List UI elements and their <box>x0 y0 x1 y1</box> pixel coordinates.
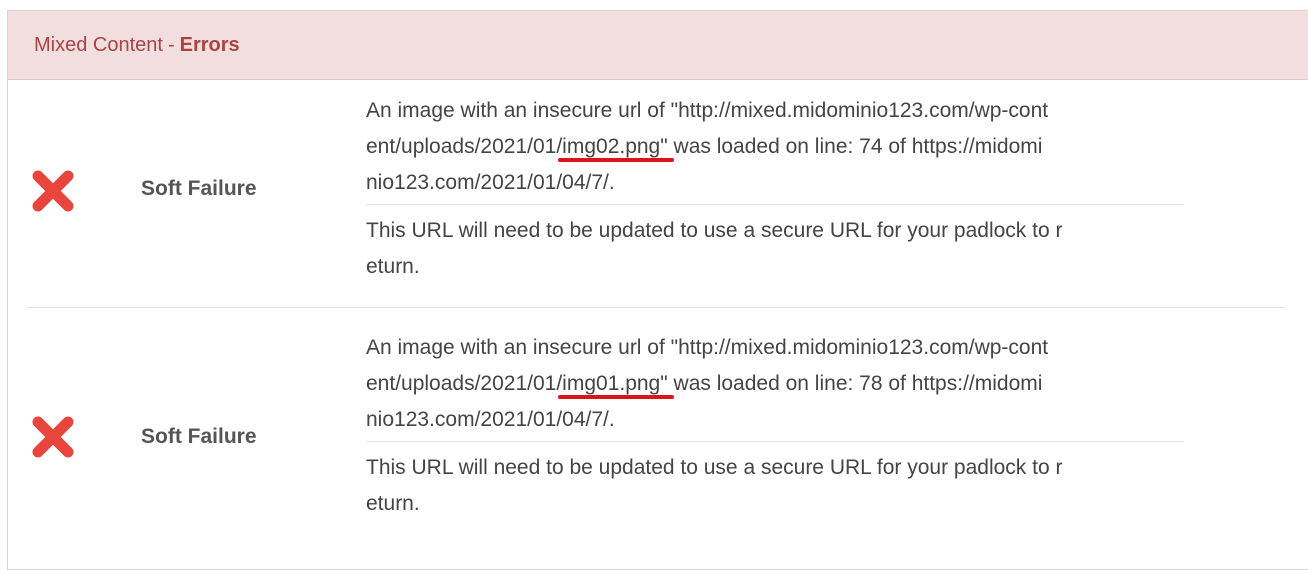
detail-line: An image with an insecure url of "http:/… <box>366 99 1049 122</box>
status-label: Soft Failure <box>141 177 257 200</box>
detail-line: nio123.com/2021/01/04/7/. <box>366 171 615 194</box>
advice-text: This URL will need to be updated to use … <box>366 442 1184 522</box>
advice-line: This URL will need to be updated to use … <box>366 456 1063 479</box>
detail-text: ent/uploads/2021/01/ <box>366 135 563 158</box>
detail-line: nio123.com/2021/01/04/7/. <box>366 408 615 431</box>
highlighted-filename: img02.png" <box>562 135 668 158</box>
error-detail: An image with an insecure url of "http:/… <box>366 93 1184 205</box>
error-detail: An image with an insecure url of "http:/… <box>366 330 1184 442</box>
panel-title-level: Errors <box>179 33 240 56</box>
x-mark-icon <box>32 416 74 458</box>
result-details: An image with an insecure url of "http:/… <box>366 93 1184 285</box>
x-mark-icon <box>32 170 74 212</box>
advice-line: This URL will need to be updated to use … <box>366 219 1063 242</box>
advice-line: eturn. <box>366 255 420 278</box>
detail-text: was loaded on line: 74 of https://midomi <box>667 135 1043 158</box>
result-details: An image with an insecure url of "http:/… <box>366 330 1184 522</box>
status-label: Soft Failure <box>141 425 257 448</box>
advice-line: eturn. <box>366 492 420 515</box>
panel-title-section: Mixed Content <box>34 33 163 56</box>
panel-title-separator: - <box>167 33 175 56</box>
highlighted-filename: img01.png" <box>562 372 668 395</box>
result-row: Soft Failure An image with an insecure u… <box>27 79 1285 308</box>
detail-line: ent/uploads/2021/01/img01.png" was loade… <box>366 366 1184 402</box>
detail-text: ent/uploads/2021/01/ <box>366 372 563 395</box>
panel-header: Mixed Content - Errors <box>8 11 1308 80</box>
detail-text: was loaded on line: 78 of https://midomi <box>667 372 1043 395</box>
detail-line: An image with an insecure url of "http:/… <box>366 336 1049 359</box>
advice-text: This URL will need to be updated to use … <box>366 205 1184 285</box>
detail-line: ent/uploads/2021/01/img02.png" was loade… <box>366 129 1184 165</box>
result-row: Soft Failure An image with an insecure u… <box>27 308 1285 548</box>
